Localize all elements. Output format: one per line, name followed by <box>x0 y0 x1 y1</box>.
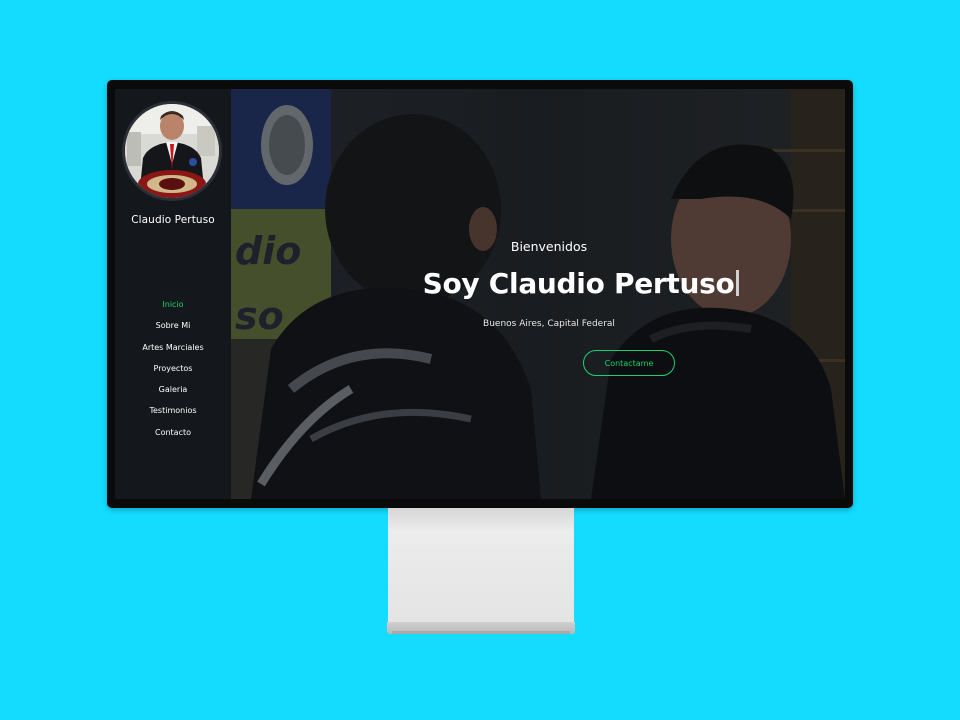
nav-item-galeria[interactable]: Galeria <box>115 383 231 404</box>
nav-item-testimonios[interactable]: Testimonios <box>115 404 231 425</box>
monitor-stand-foot <box>392 631 570 634</box>
nav-item-proyectos[interactable]: Proyectos <box>115 362 231 383</box>
avatar-photo-icon <box>125 104 219 198</box>
nav-item-inicio[interactable]: Inicio <box>115 298 231 319</box>
profile-avatar <box>122 101 222 201</box>
hero-content: Bienvenidos Soy Claudio Pertuso Buenos A… <box>231 89 845 499</box>
website-screen: Claudio Pertuso Inicio Sobre Mi Artes Ma… <box>115 89 845 499</box>
hero-section: dio so Bienvenidos Soy Claudio Pertuso B… <box>231 89 845 499</box>
nav-item-artes-marciales[interactable]: Artes Marciales <box>115 341 231 362</box>
monitor-stand <box>388 508 574 622</box>
hero-headline-text: Soy Claudio Pertuso <box>422 267 735 300</box>
hero-headline: Soy Claudio Pertuso <box>351 267 811 300</box>
nav-item-contacto[interactable]: Contacto <box>115 426 231 447</box>
typing-cursor <box>736 270 740 296</box>
contact-button[interactable]: Contactame <box>583 350 675 376</box>
nav-item-sobre-mi[interactable]: Sobre Mi <box>115 319 231 340</box>
welcome-text: Bienvenidos <box>510 239 588 254</box>
profile-name: Claudio Pertuso <box>131 214 215 226</box>
main-nav: Inicio Sobre Mi Artes Marciales Proyecto… <box>115 298 231 447</box>
location-text: Buenos Aires, Capital Federal <box>483 319 615 329</box>
sidebar: Claudio Pertuso Inicio Sobre Mi Artes Ma… <box>115 89 231 499</box>
monitor-frame: Claudio Pertuso Inicio Sobre Mi Artes Ma… <box>107 80 853 508</box>
